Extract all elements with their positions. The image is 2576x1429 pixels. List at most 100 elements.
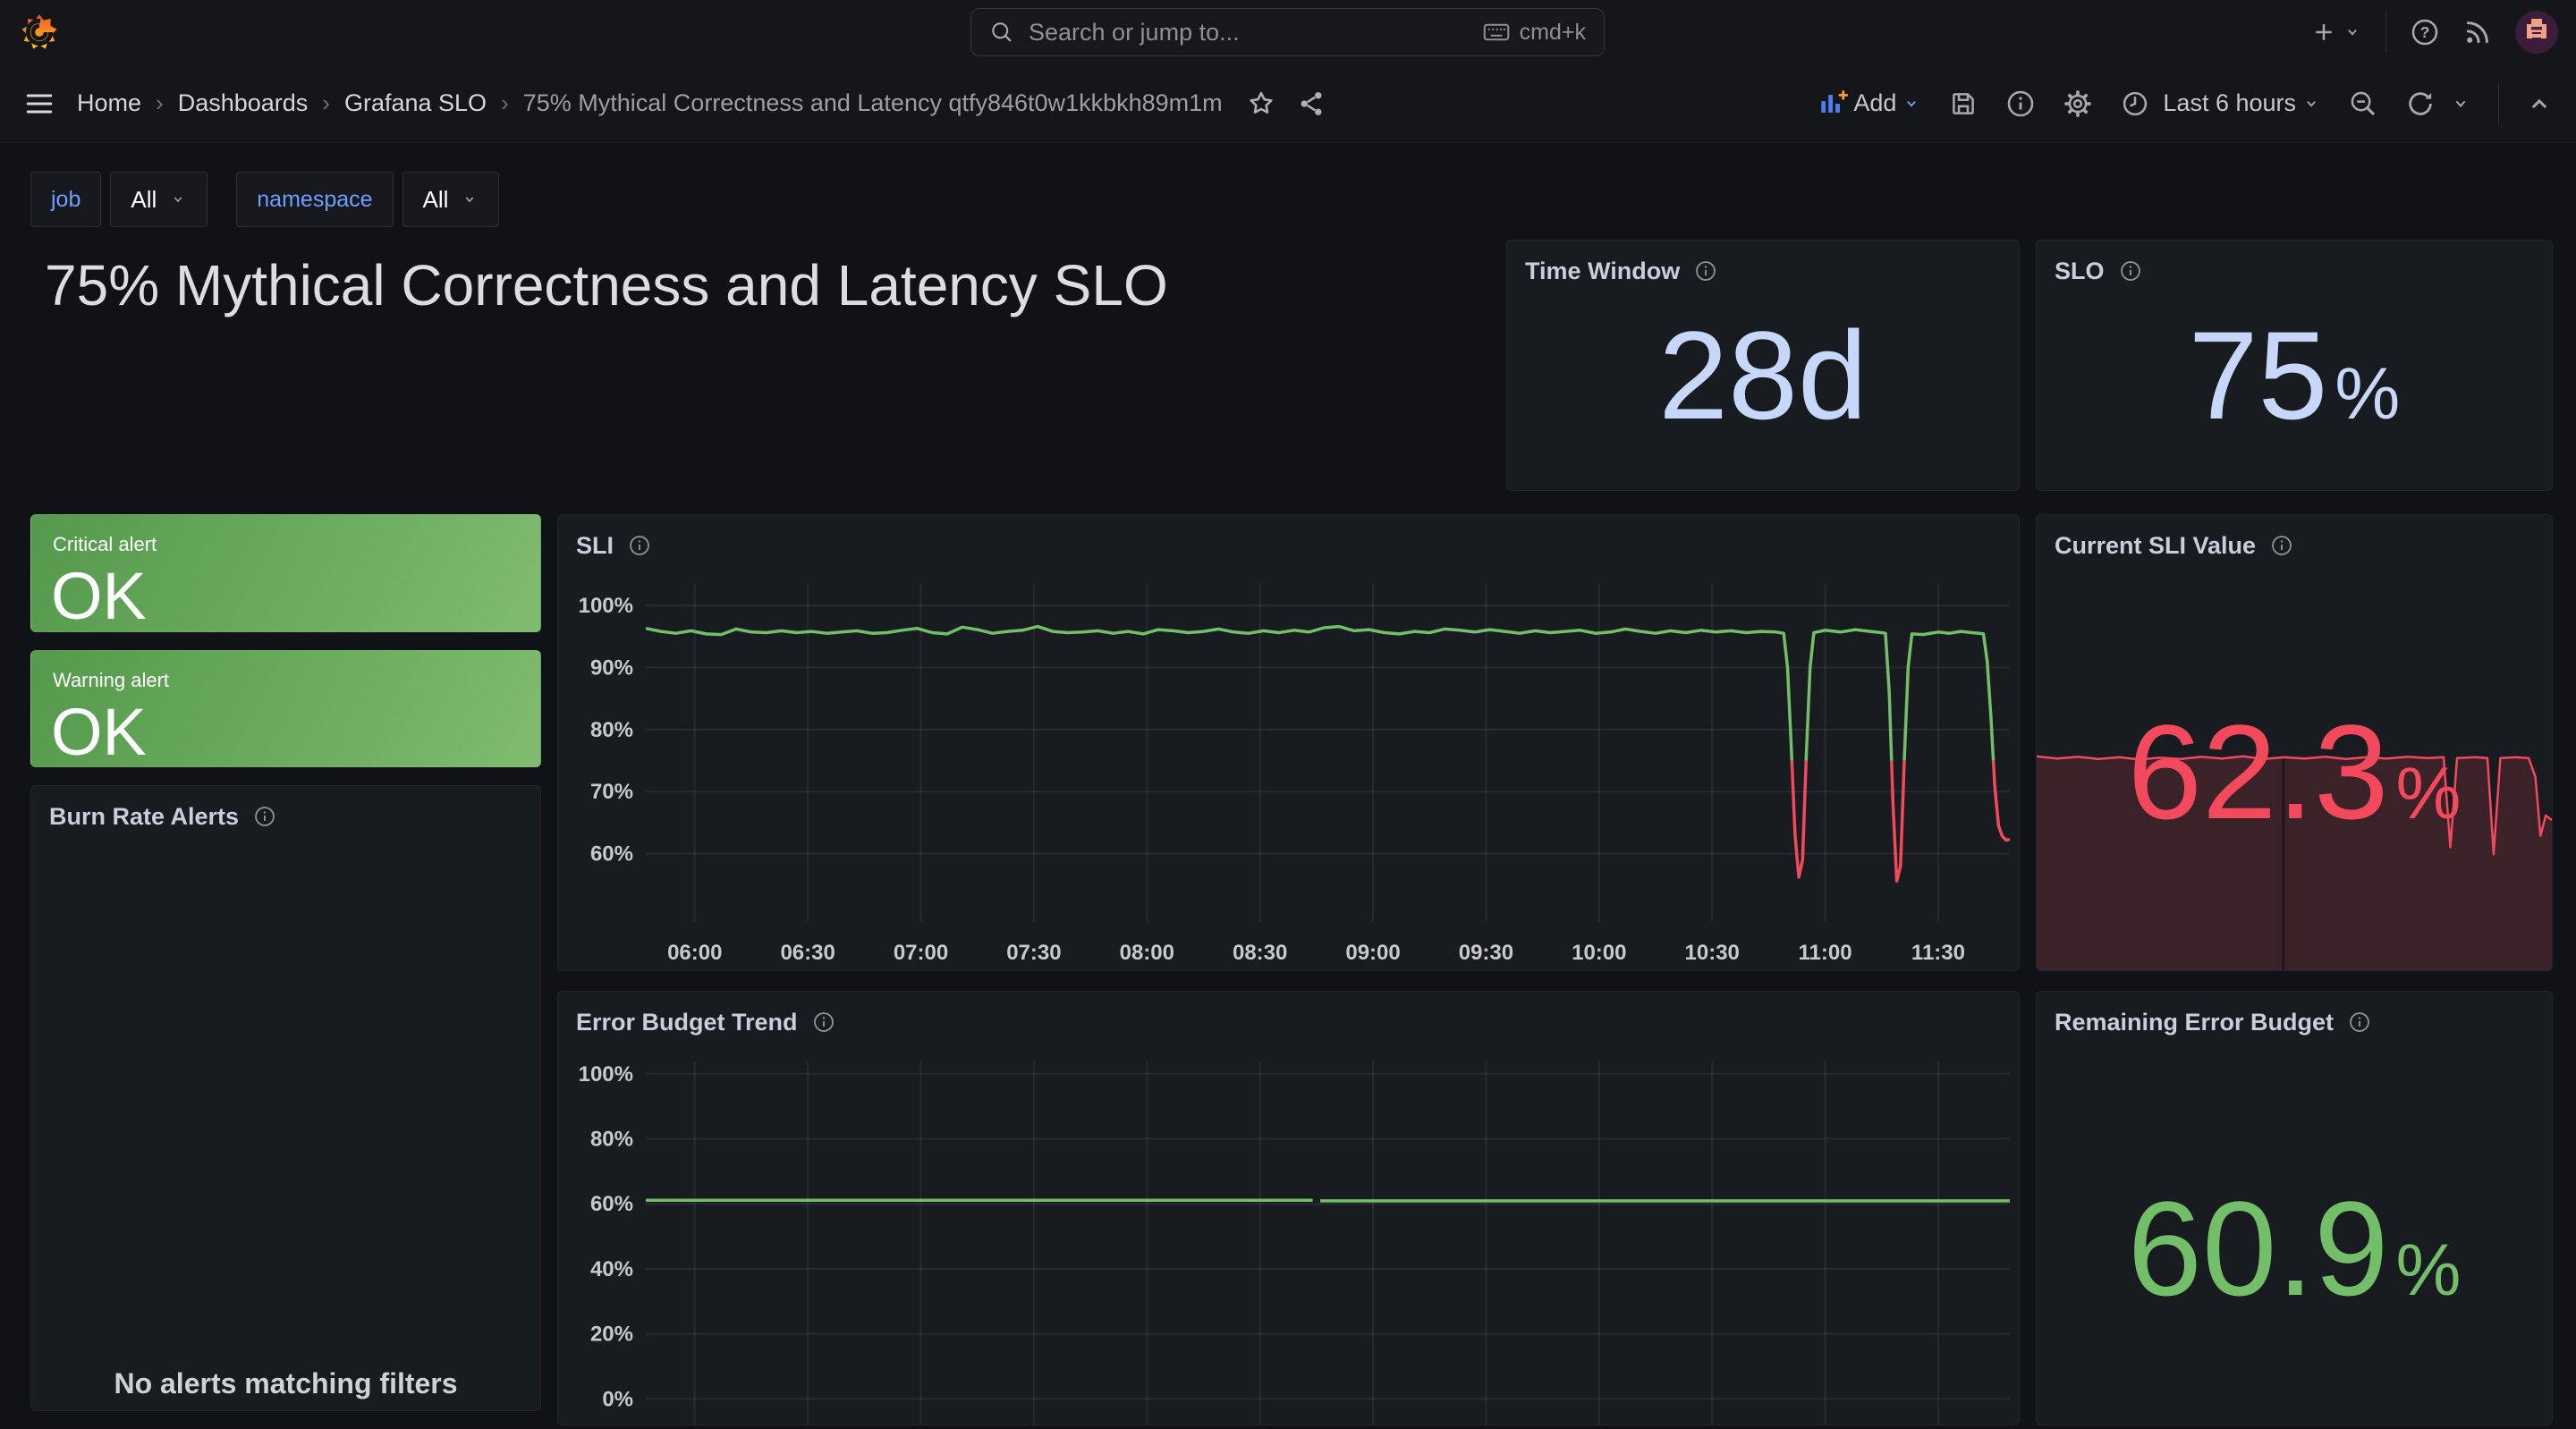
menu-button[interactable] — [23, 88, 55, 120]
svg-text:20%: 20% — [590, 1323, 633, 1347]
warning-alert-status: OK — [51, 699, 540, 765]
bar-chart-add-icon — [1818, 89, 1848, 119]
no-alerts-message: No alerts matching filters — [31, 1367, 540, 1400]
panel-burn-rate-alerts: Burn Rate Alerts No alerts matching filt… — [30, 785, 541, 1411]
keyboard-icon — [1482, 21, 1511, 43]
current-sli-value: 62.3 — [2128, 705, 2389, 839]
svg-text:06:30: 06:30 — [780, 941, 835, 965]
svg-text:11:30: 11:30 — [1911, 941, 1965, 965]
filter-namespace-label[interactable]: namespace — [236, 172, 393, 227]
warning-alert-label: Warning alert — [53, 669, 540, 692]
panel-header[interactable]: Burn Rate Alerts — [31, 786, 540, 834]
breadcrumb-home[interactable]: Home — [77, 89, 141, 117]
panel-error-budget-trend: Error Budget Trend 100%80%60%40%20%0% — [557, 991, 2020, 1425]
current-sli-suffix: % — [2396, 752, 2462, 836]
panel-title: SLI — [576, 532, 614, 560]
error-budget-trend-chart[interactable]: 100%80%60%40%20%0% — [558, 992, 2019, 1425]
panel-critical-alert: Critical alert OK — [30, 514, 541, 632]
info-icon[interactable] — [812, 1010, 835, 1034]
dashboard-settings-button[interactable] — [2063, 89, 2093, 119]
time-range-picker[interactable]: Last 6 hours — [2120, 89, 2321, 119]
rss-icon — [2463, 18, 2492, 47]
svg-text:?: ? — [2420, 23, 2430, 41]
filter-job-selected: All — [131, 186, 157, 214]
svg-text:06:00: 06:00 — [667, 941, 722, 965]
help-button[interactable]: ? — [2410, 17, 2440, 47]
breadcrumb: Home › Dashboards › Grafana SLO › 75% My… — [77, 89, 1223, 117]
sli-time-series-chart[interactable]: 06:0006:3007:0007:3008:0008:3009:0009:30… — [558, 515, 2019, 970]
new-button[interactable] — [2310, 19, 2362, 46]
template-variables: job All namespace All — [30, 172, 517, 227]
panel-title: Time Window — [1525, 258, 1680, 285]
panel-title: Remaining Error Budget — [2055, 1009, 2334, 1036]
filter-job-label[interactable]: job — [30, 172, 101, 227]
breadcrumb-folder[interactable]: Grafana SLO — [344, 89, 487, 117]
svg-text:08:00: 08:00 — [1120, 941, 1174, 965]
panel-header[interactable]: Error Budget Trend — [558, 992, 2019, 1040]
plus-icon — [2310, 19, 2337, 46]
filter-job-value[interactable]: All — [110, 172, 208, 227]
breadcrumb-separator: › — [501, 89, 509, 117]
breadcrumb-current: 75% Mythical Correctness and Latency qtf… — [523, 89, 1223, 117]
zoom-out-button[interactable] — [2348, 89, 2378, 119]
save-icon — [1948, 89, 1979, 119]
news-button[interactable] — [2463, 18, 2492, 47]
gear-icon — [2063, 89, 2093, 119]
favorite-button[interactable] — [1246, 89, 1276, 119]
info-icon[interactable] — [2119, 259, 2142, 283]
panel-header[interactable]: Remaining Error Budget — [2037, 992, 2552, 1040]
top-bar: cmd+k ? — [0, 0, 2576, 65]
time-window-value: 28d — [1658, 313, 1868, 438]
panel-remaining-error-budget: Remaining Error Budget 60.9 % — [2036, 991, 2553, 1425]
svg-text:09:30: 09:30 — [1459, 941, 1513, 965]
panel-time-window: Time Window 28d — [1506, 240, 2020, 491]
dashboard-insights-button[interactable] — [2005, 89, 2036, 119]
panel-header[interactable]: Time Window — [1507, 241, 2019, 289]
panel-header[interactable]: SLI — [558, 515, 2019, 563]
svg-text:09:00: 09:00 — [1345, 941, 1400, 965]
svg-text:07:30: 07:30 — [1006, 941, 1061, 965]
info-icon[interactable] — [1694, 259, 1717, 283]
svg-text:80%: 80% — [590, 718, 633, 742]
info-icon[interactable] — [2348, 1010, 2371, 1034]
top-bar-actions: ? — [2310, 0, 2558, 64]
panel-header[interactable]: SLO — [2037, 241, 2552, 289]
refresh-interval-button[interactable] — [2450, 93, 2471, 114]
chevron-down-icon — [2450, 93, 2471, 114]
svg-text:80%: 80% — [590, 1128, 633, 1152]
chevron-down-icon — [2343, 22, 2362, 42]
share-button[interactable] — [1296, 89, 1326, 119]
star-icon — [1246, 89, 1276, 119]
divider — [2385, 13, 2386, 52]
divider — [2498, 84, 2499, 123]
breadcrumb-dashboards[interactable]: Dashboards — [178, 89, 309, 117]
panel-warning-alert: Warning alert OK — [30, 650, 541, 767]
save-dashboard-button[interactable] — [1948, 89, 1979, 119]
info-icon[interactable] — [628, 534, 651, 557]
panel-slo: SLO 75 % — [2036, 240, 2553, 491]
refresh-icon — [2405, 89, 2436, 119]
chevron-down-icon — [2301, 94, 2321, 114]
grafana-logo-icon[interactable] — [20, 13, 59, 52]
help-icon: ? — [2410, 17, 2440, 47]
search-input[interactable] — [1027, 18, 1470, 47]
breadcrumb-separator: › — [322, 89, 330, 117]
panel-current-sli-value: Current SLI Value 62.3 % — [2036, 514, 2553, 971]
add-panel-button[interactable]: Add — [1818, 89, 1921, 119]
svg-text:0%: 0% — [602, 1387, 633, 1411]
user-avatar[interactable] — [2515, 11, 2558, 54]
panel-header[interactable]: Current SLI Value — [2037, 515, 2552, 563]
toolbar-actions: Add — [1818, 84, 2553, 123]
critical-alert-status: OK — [51, 563, 540, 630]
info-circle-icon — [2005, 89, 2036, 119]
global-search[interactable]: cmd+k — [970, 8, 1605, 56]
info-icon[interactable] — [2270, 534, 2293, 557]
filter-namespace-value[interactable]: All — [402, 172, 500, 227]
panel-title: Error Budget Trend — [576, 1009, 798, 1036]
info-icon[interactable] — [253, 805, 276, 828]
svg-text:100%: 100% — [579, 594, 633, 618]
zoom-out-icon — [2348, 89, 2378, 119]
refresh-button[interactable] — [2405, 89, 2436, 119]
panel-title: SLO — [2055, 258, 2105, 285]
collapse-toolbar-button[interactable] — [2526, 90, 2553, 117]
